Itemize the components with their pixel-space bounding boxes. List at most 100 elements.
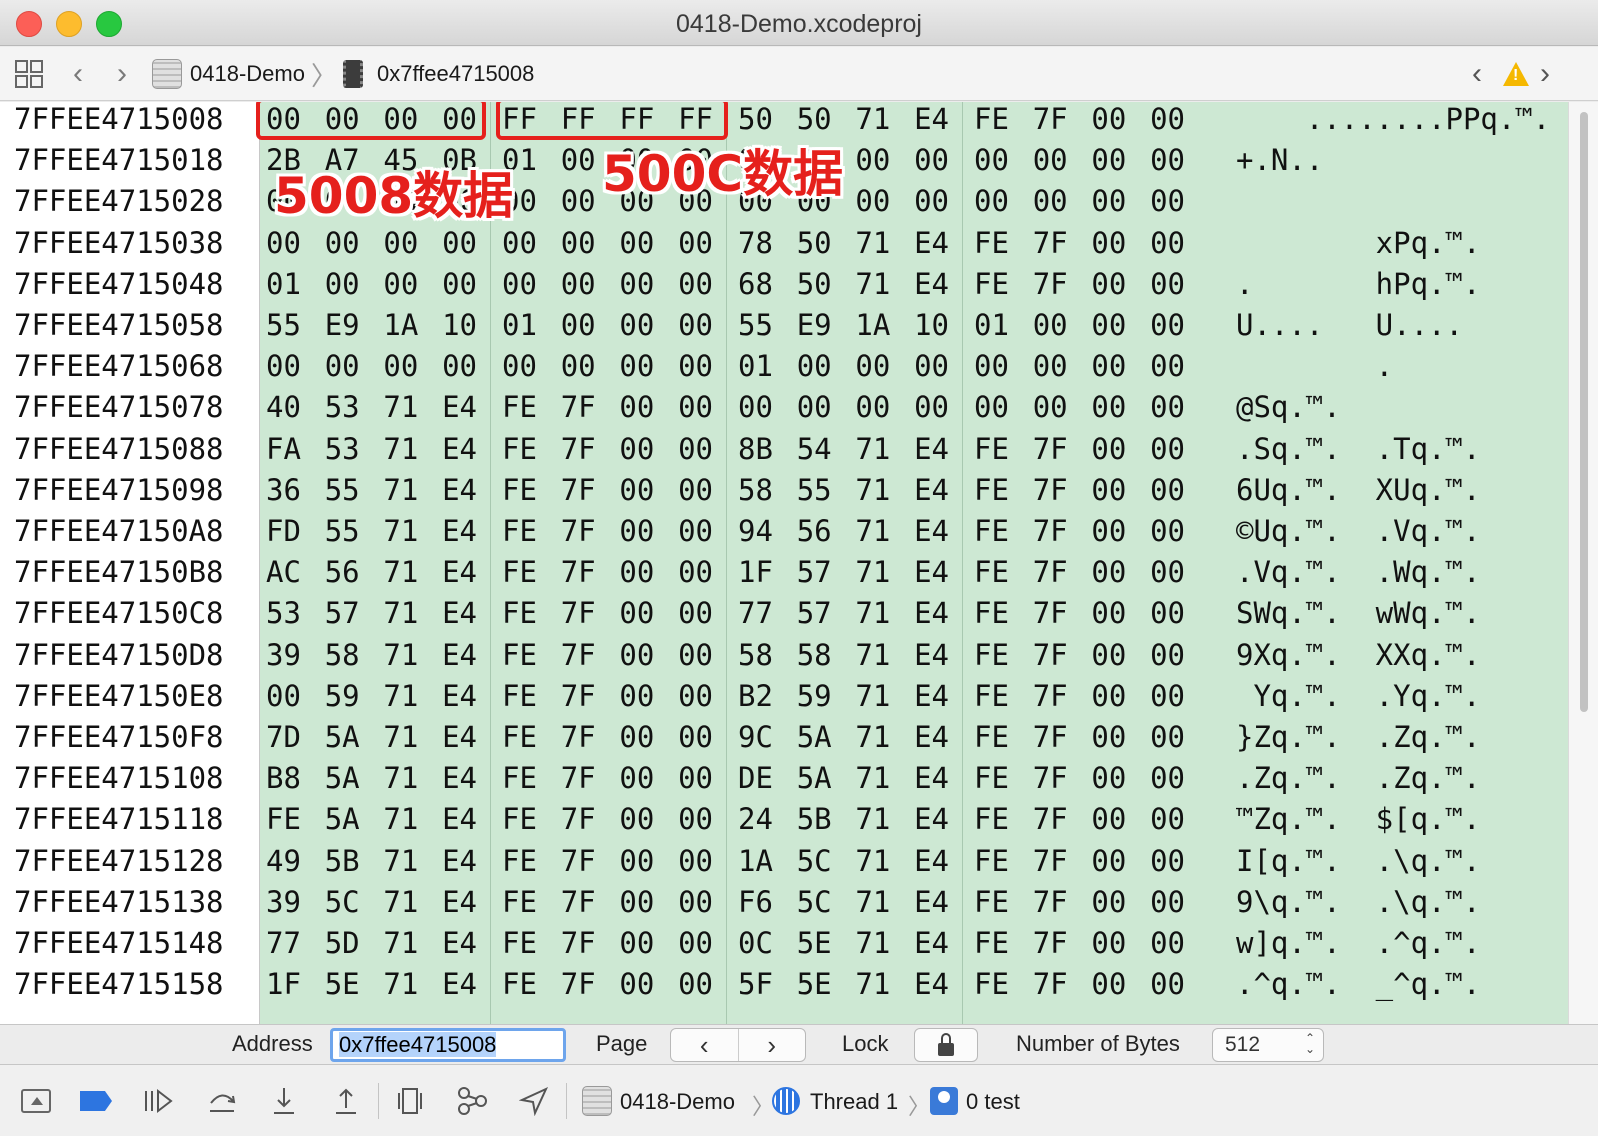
hex-byte[interactable]: E4 <box>914 881 949 923</box>
hex-byte[interactable]: 7F <box>561 386 596 428</box>
hex-byte[interactable]: 94 <box>738 510 773 552</box>
hex-byte[interactable]: 56 <box>325 551 360 593</box>
hex-byte[interactable]: 5A <box>797 757 832 799</box>
hex-byte[interactable]: FE <box>502 675 537 717</box>
hex-byte[interactable]: 71 <box>383 963 418 1005</box>
debug-breadcrumb-project[interactable]: 0418-Demo <box>620 1089 735 1115</box>
hex-byte[interactable]: 7F <box>1033 510 1068 552</box>
memory-row[interactable]: 7FFEE4715058 55 E9 1A 10 01 00 00 00 55 E9 1A 10 01 00… <box>0 304 1568 346</box>
hex-byte[interactable]: B8 <box>266 757 301 799</box>
hex-byte[interactable]: 00 <box>974 139 1009 181</box>
hex-byte[interactable]: 71 <box>383 469 418 511</box>
hex-byte[interactable]: 00 <box>855 386 890 428</box>
hex-byte[interactable]: 55 <box>325 510 360 552</box>
hex-byte[interactable]: 71 <box>383 881 418 923</box>
memory-row[interactable]: 7FFEE47150B8 AC 56 71 E4 FE 7F 00 00 1F 57 71 E4 FE 7F… <box>0 551 1568 593</box>
hex-byte[interactable]: 55 <box>266 304 301 346</box>
hex-byte[interactable]: 00 <box>1091 345 1126 387</box>
hex-byte[interactable]: E4 <box>914 675 949 717</box>
hex-byte[interactable]: 58 <box>738 634 773 676</box>
hex-byte[interactable]: 00 <box>502 263 537 305</box>
hex-byte[interactable]: 00 <box>619 222 654 264</box>
hex-byte[interactable]: 1F <box>266 963 301 1005</box>
hex-byte[interactable]: 57 <box>797 551 832 593</box>
hex-byte[interactable]: 00 <box>619 881 654 923</box>
address-input[interactable]: 0x7ffee4715008 <box>330 1028 566 1062</box>
hex-byte[interactable]: 71 <box>383 840 418 882</box>
hex-byte[interactable]: 1A <box>383 304 418 346</box>
hex-byte[interactable]: 5E <box>797 922 832 964</box>
hex-byte[interactable]: 5E <box>797 963 832 1005</box>
step-over-icon[interactable] <box>204 1079 240 1123</box>
hex-byte[interactable]: 00 <box>1091 840 1126 882</box>
hex-byte[interactable]: 00 <box>1150 510 1185 552</box>
hex-byte[interactable]: FE <box>974 881 1009 923</box>
hex-byte[interactable]: 00 <box>1091 304 1126 346</box>
hex-byte[interactable]: 00 <box>1150 102 1185 140</box>
hex-byte[interactable]: E4 <box>442 386 477 428</box>
hex-byte[interactable]: 7F <box>561 428 596 470</box>
hex-byte[interactable]: 00 <box>1033 180 1068 222</box>
hex-byte[interactable]: E4 <box>914 469 949 511</box>
hex-byte[interactable]: FE <box>266 798 301 840</box>
previous-issue-icon[interactable]: ‹ <box>1472 47 1482 101</box>
hex-byte[interactable]: 00 <box>678 798 713 840</box>
hex-byte[interactable]: 7F <box>561 922 596 964</box>
hex-byte[interactable]: 00 <box>738 386 773 428</box>
hex-byte[interactable]: 7F <box>561 757 596 799</box>
hex-byte[interactable]: 71 <box>383 551 418 593</box>
hex-byte[interactable]: FE <box>974 551 1009 593</box>
hex-byte[interactable]: 00 <box>1150 428 1185 470</box>
hex-byte[interactable]: 77 <box>738 592 773 634</box>
hex-byte[interactable]: 36 <box>266 469 301 511</box>
lock-button[interactable] <box>914 1028 978 1062</box>
hex-byte[interactable]: 7F <box>1033 922 1068 964</box>
hex-byte[interactable]: 00 <box>325 263 360 305</box>
hex-byte[interactable]: E4 <box>914 551 949 593</box>
hex-byte[interactable]: FA <box>266 428 301 470</box>
hex-byte[interactable]: 7F <box>561 634 596 676</box>
hex-byte[interactable]: 00 <box>1150 798 1185 840</box>
hex-byte[interactable]: 7F <box>561 592 596 634</box>
hex-byte[interactable]: 10 <box>914 304 949 346</box>
breakpoints-toggle-icon[interactable] <box>78 1079 114 1123</box>
hex-byte[interactable]: 57 <box>797 592 832 634</box>
hex-byte[interactable]: FE <box>974 102 1009 140</box>
hex-byte[interactable]: 7F <box>1033 675 1068 717</box>
memory-row[interactable]: 7FFEE4715098 36 55 71 E4 FE 7F 00 00 58 55 71 E4 FE 7F… <box>0 469 1568 511</box>
debug-breadcrumb-frame[interactable]: 0 test <box>966 1089 1020 1115</box>
hex-byte[interactable]: E9 <box>797 304 832 346</box>
hex-byte[interactable]: 00 <box>678 634 713 676</box>
hex-byte[interactable]: E4 <box>914 510 949 552</box>
hex-byte[interactable]: FE <box>502 634 537 676</box>
hex-byte[interactable]: 7F <box>1033 263 1068 305</box>
console-toggle-icon[interactable] <box>18 1079 54 1123</box>
hex-byte[interactable]: 5A <box>325 798 360 840</box>
hex-byte[interactable]: E4 <box>442 922 477 964</box>
hex-byte[interactable]: 59 <box>797 675 832 717</box>
hex-byte[interactable]: 00 <box>797 345 832 387</box>
hex-byte[interactable]: B2 <box>738 675 773 717</box>
hex-byte[interactable]: 00 <box>1033 345 1068 387</box>
hex-byte[interactable]: 00 <box>678 263 713 305</box>
hex-byte[interactable]: 00 <box>1091 222 1126 264</box>
hex-byte[interactable]: 7F <box>561 716 596 758</box>
hex-byte[interactable]: 00 <box>1091 922 1126 964</box>
hex-byte[interactable]: 00 <box>797 386 832 428</box>
hex-byte[interactable]: FD <box>266 510 301 552</box>
hex-byte[interactable]: E4 <box>442 469 477 511</box>
hex-byte[interactable]: 00 <box>678 345 713 387</box>
hex-byte[interactable]: 00 <box>1091 675 1126 717</box>
hex-byte[interactable]: 00 <box>266 675 301 717</box>
hex-byte[interactable]: 00 <box>1150 881 1185 923</box>
hex-byte[interactable]: 00 <box>1091 881 1126 923</box>
hex-byte[interactable]: 7F <box>1033 592 1068 634</box>
memory-row[interactable]: 7FFEE4715038 00 00 00 00 00 00 00 00 78 50 71 E4 FE 7F… <box>0 222 1568 264</box>
vertical-scrollbar[interactable] <box>1568 102 1598 1024</box>
hex-byte[interactable]: 00 <box>974 180 1009 222</box>
hex-byte[interactable]: 5A <box>325 757 360 799</box>
hex-byte[interactable]: 00 <box>678 469 713 511</box>
hex-byte[interactable]: E4 <box>914 798 949 840</box>
hex-byte[interactable]: E4 <box>442 592 477 634</box>
hex-byte[interactable]: 00 <box>619 798 654 840</box>
